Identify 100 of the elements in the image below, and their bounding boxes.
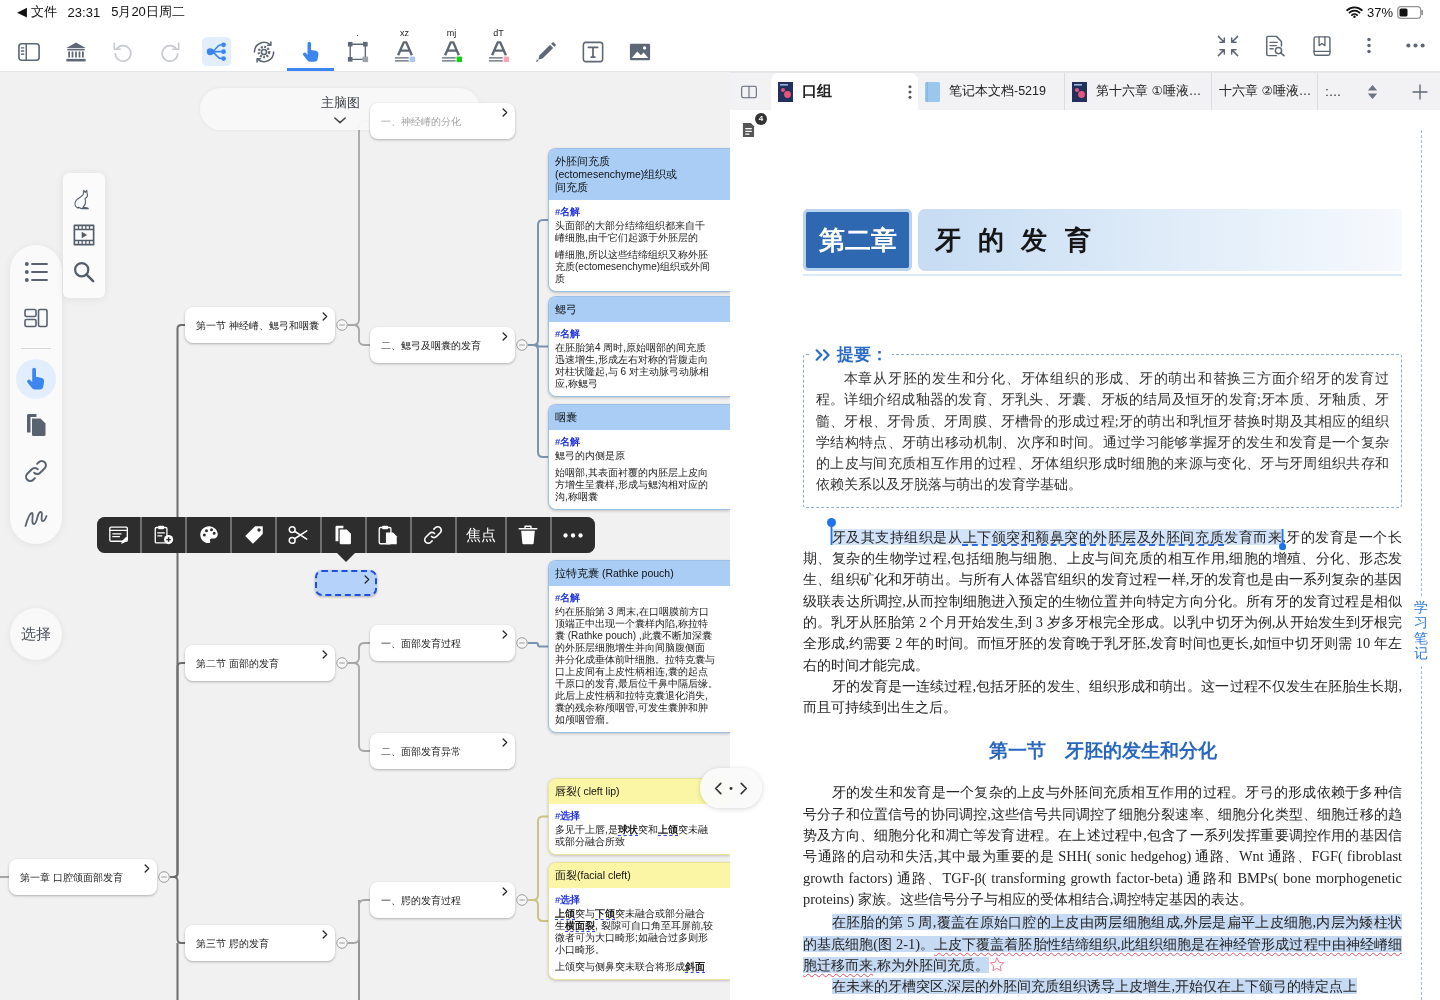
- document-tab[interactable]: 十六章 ②唾液…: [1212, 73, 1319, 110]
- search-icon[interactable]: [73, 260, 95, 283]
- mindmap-node[interactable]: 第一章 口腔颌面部发育: [9, 859, 157, 895]
- paste-icon: [378, 525, 399, 545]
- mindmap-node[interactable]: 第三节 腭的发育: [185, 925, 335, 961]
- undo-icon: [111, 40, 134, 63]
- chevron-right-icon: [502, 630, 508, 639]
- card-text: 上颌突与侧鼻突未联合将形成斜面: [555, 961, 705, 973]
- hashtag-label: #选择: [555, 893, 581, 906]
- link-icon[interactable]: [24, 459, 48, 483]
- body-paragraph: 牙及其支持组织是从上下颌突和额鼻突的外胚层及外胚间充质发育而来,牙的发育是一个长期、复杂的生物学过程,包括细胞与细胞、上皮与间充质的相互作用,细胞的增殖、分化、形态发生、组织矿化和牙萌出。与所有人体器官组织的发育过程一样,牙的发育也是由一系列复杂的基因级联表达所调控,从而控制细胞进入预定的生物位置并向特定方向分化。所有牙的发育过程是相似的。乳牙从胚胎第 2 个月开始发生,到 3 岁多牙根完全形成。以乳中切牙为例,从开始发生到牙根完全形成,约需要 2 年的时间。而恒牙胚的发育晚于乳牙胚,发育时间也更长,如恒中切牙则需 10 年左右的时间才能完成。: [803, 527, 1402, 675]
- bookmark-icon[interactable]: [1311, 35, 1332, 56]
- copy-icon[interactable]: [24, 413, 48, 437]
- study-notes-tab[interactable]: 学习笔记: [1414, 600, 1428, 662]
- note-card[interactable]: 唇裂( cleft lip) #选择 多见千上唇,是球状突和上颌突未融 或部分融合所致: [548, 778, 730, 855]
- sort-icon[interactable]: [1367, 83, 1378, 100]
- list-icon[interactable]: [24, 260, 48, 284]
- document-search-icon[interactable]: [1263, 34, 1286, 57]
- status-date: 5月20日周二: [111, 3, 185, 21]
- note-card[interactable]: 鳃弓 #名解 在胚胎第4 周时,原始咽部的间充质 迅速增生,形成左右对称的背腹走向 对柱状隆起,与 6 对主动脉弓动脉相 应,称鳃弓: [548, 296, 730, 397]
- settings-icon: [252, 40, 275, 63]
- status-time: 23:31: [67, 4, 101, 20]
- select-button[interactable]: 选择: [10, 608, 62, 660]
- context-menu-button[interactable]: [186, 517, 231, 553]
- card-text: 上颌突与下颌突未融合或部分融合 生横面裂, 裂隙可自口角至耳屏前,较 微者可为大口畸形;如融合过多则形 小口畸形。: [555, 908, 714, 956]
- left-right-chevrons-icon: [714, 781, 748, 795]
- chevron-right-icon: [144, 864, 150, 873]
- note-card[interactable]: 面裂(facial cleft) #选择 上颌突与下颌突未融合或部分融合 生横面裂, 裂隙可自口角至耳屏前,较 微者可为大口畸形;如融合过多则形 小口畸形。 上颌突与侧鼻突未联合将形成斜面: [548, 862, 730, 980]
- double-chevron-icon: [815, 348, 832, 361]
- body-paragraph: 在未来的牙槽突区,深层的外胚间充质组织诱导上皮增生,开始仅在上下颌弓的特定点上: [830, 977, 1358, 997]
- hashtag-label: #选择: [555, 809, 581, 822]
- context-menu-button[interactable]: [506, 517, 551, 553]
- toolbar-button[interactable]: dT: [475, 24, 522, 71]
- context-menu-button[interactable]: [97, 517, 141, 553]
- context-menu-button[interactable]: 焦点: [456, 517, 506, 553]
- toolbar-button[interactable]: xz: [381, 24, 428, 71]
- battery-icon: [1397, 5, 1424, 19]
- battery-percent: 37%: [1366, 4, 1393, 20]
- note-card[interactable]: 外胚间充质 (ectomesenchyme)组织或 间充质 #名解 头面部的大部分结缔组织都来自千 嵴细胞,由千它们起源于外胚层的 嵴细胞,所以这些结缔组织又称外胚 充质(ectomesenchyme)组织或外间 质: [548, 148, 730, 292]
- chevron-right-icon: [502, 887, 508, 896]
- card-text: 在胚胎第4 周时,原始咽部的间充质 迅速增生,形成左右对称的背腹走向 对柱状隆起,与 6 对主动脉弓动脉相 应,称鳃弓: [555, 342, 709, 390]
- card-text: 头面部的大部分结缔组织都来自千 嵴细胞,由千它们起源于外胚层的: [555, 220, 705, 244]
- context-menu-button[interactable]: [276, 517, 321, 553]
- more-icon[interactable]: [1406, 43, 1425, 48]
- more-vertical-icon[interactable]: [908, 84, 912, 99]
- context-menu-button[interactable]: [551, 517, 595, 553]
- summary-label: 提要：: [837, 344, 888, 366]
- note-card[interactable]: 拉特克囊 (Rathke pouch) #名解 约在胚胎第 3 周末,在口咽膜前方口 顶端正中出现一个囊样内陷,称拉特 囊 (Rathke pouch) ,此囊不断加深囊 的外胚层细胞增生并向间脑腹侧面 并分化成垂体前叶细胞。拉特克囊与 口上皮间有上皮性柄相连,囊的起点 千原口的发育,最后位千鼻中隔后缘。 此后上皮性柄和拉特克囊退化消失, 囊的残余称颅咽管,可发生囊肿和肿 如颅咽管瘤。: [548, 560, 730, 733]
- scissors-icon: [288, 525, 309, 545]
- chapter-title: 牙 的 发 育: [918, 209, 1402, 271]
- more-vertical-icon[interactable]: [1366, 37, 1371, 54]
- chevron-right-icon: [502, 108, 508, 117]
- card-text: 约在胚胎第 3 周末,在口咽膜前方口 顶端正中出现一个囊样内陷,称拉特 囊 (Rathke pouch) ,此囊不断加深囊 的外胚层细胞增生并向间脑腹侧面 并分化成垂体前叶细胞。拉特克囊与 口上皮间有上皮性柄相连,囊的起点 千原口的发育,最后位千鼻中隔后缘。 此后上皮性柄和拉特克囊退化消失, 囊的残余称颅咽管,可发生囊肿和肿 如颅咽管瘤。: [555, 606, 718, 726]
- mindmap-node[interactable]: 一、面部发育过程: [370, 625, 515, 661]
- card-title: 外胚间充质 (ectomesenchyme)组织或 间充质: [549, 149, 730, 200]
- mindmap-node[interactable]: [315, 570, 377, 596]
- mindmap-node[interactable]: 二、鳃弓及咽囊的发育: [370, 327, 515, 363]
- text-color-icon: [440, 40, 463, 63]
- context-menu-button[interactable]: [411, 517, 455, 553]
- link-icon: [423, 525, 444, 545]
- chevron-right-icon: [502, 332, 508, 341]
- add-tab-icon[interactable]: [1412, 83, 1428, 100]
- mindmap-node[interactable]: 二、面部发育异常: [370, 733, 515, 769]
- tag-icon: [243, 525, 264, 545]
- mindmap-node[interactable]: 一、腭的发育过程: [370, 882, 515, 918]
- palette-icon: [198, 525, 219, 545]
- document-tab[interactable]: 第十六章 ①唾液…: [1065, 73, 1212, 110]
- body-paragraph: 在胚胎的第 5 周,覆盖在原始口腔的上皮由两层细胞组成,外层是扁平上皮细胞,内层为矮柱状的基底细胞(图 2-1)。上皮下覆盖着胚胎性结缔组织,此组织细胞是在神经管形成过程中由神经嵴细胞迁移而来,称为外胚间充质。: [803, 913, 1402, 975]
- toolbar-button[interactable]: .: [334, 24, 381, 71]
- back-link[interactable]: ◀ 文件: [17, 3, 57, 21]
- hashtag-label: #名解: [555, 327, 581, 340]
- book-cover-thumbnail: [778, 81, 793, 102]
- summary-text: 本章从牙胚的发生和分化、牙体组织的形成、牙的萌出和替换三方面介绍牙的发育过程。详细介绍成釉器的发育、牙乳头、牙囊、牙板的结局及恒牙的发育;牙本质、牙釉质、牙髓、牙根、牙骨质、牙周膜、牙槽骨的形成过程;牙的萌出和乳恒牙替换时期及其相应的组织学结构特点、牙萌出移动机制、次序和时间。通过学习能够掌握牙的发生和发育是一个复杂的上皮与间充质相互作用的过程、牙体组织形成时细胞的来源与变化、牙与牙周组织共存和依赖关系以及牙脱落与萌出的发育学基础。: [816, 370, 1389, 495]
- book-cover-thumbnail: [1072, 81, 1087, 102]
- sidebar-icon: [17, 40, 40, 63]
- document-tab[interactable]: :…: [1318, 73, 1345, 110]
- layout-icon[interactable]: [24, 306, 48, 330]
- chevron-right-icon: [364, 575, 370, 584]
- card-text: 嵴细胞,所以这些结缔组织又称外胚 充质(ectomesenchyme)组织或外间 质: [555, 249, 711, 285]
- context-menu-button[interactable]: [366, 517, 411, 553]
- mindmap-node[interactable]: 第一节 神经嵴、鳃弓和咽囊: [185, 307, 335, 343]
- collapse-icon[interactable]: [1216, 34, 1239, 57]
- document-tab[interactable]: 口组: [771, 73, 918, 110]
- chevron-right-icon: [322, 650, 328, 659]
- film-icon[interactable]: [73, 224, 95, 247]
- hashtag-label: #名解: [555, 591, 581, 604]
- chevron-right-icon: [322, 312, 328, 321]
- card-title: 面裂(facial cleft): [549, 863, 730, 888]
- text-color-icon: [393, 40, 416, 63]
- card-text: 鳃弓的内侧是原: [555, 450, 625, 462]
- mindmap-node[interactable]: 第二节 面部的发育: [185, 645, 335, 681]
- document-tab[interactable]: 笔记本文档-5219: [918, 73, 1065, 110]
- copy-icon: [333, 525, 354, 545]
- context-menu-button[interactable]: [231, 517, 276, 553]
- note-card[interactable]: 咽囊 #名解 鳃弓的内侧是原 始咽部,其表面衬覆的内胚层上皮向 方增生呈囊样,形成与鳃沟相对应的 沟,称咽囊: [548, 404, 730, 510]
- hand-pointer-icon[interactable]: [16, 359, 56, 399]
- context-menu-button[interactable]: [141, 517, 186, 553]
- split-view-icon[interactable]: [739, 83, 759, 100]
- toolbar-button[interactable]: mj: [428, 24, 475, 71]
- notes-icon[interactable]: [742, 122, 755, 138]
